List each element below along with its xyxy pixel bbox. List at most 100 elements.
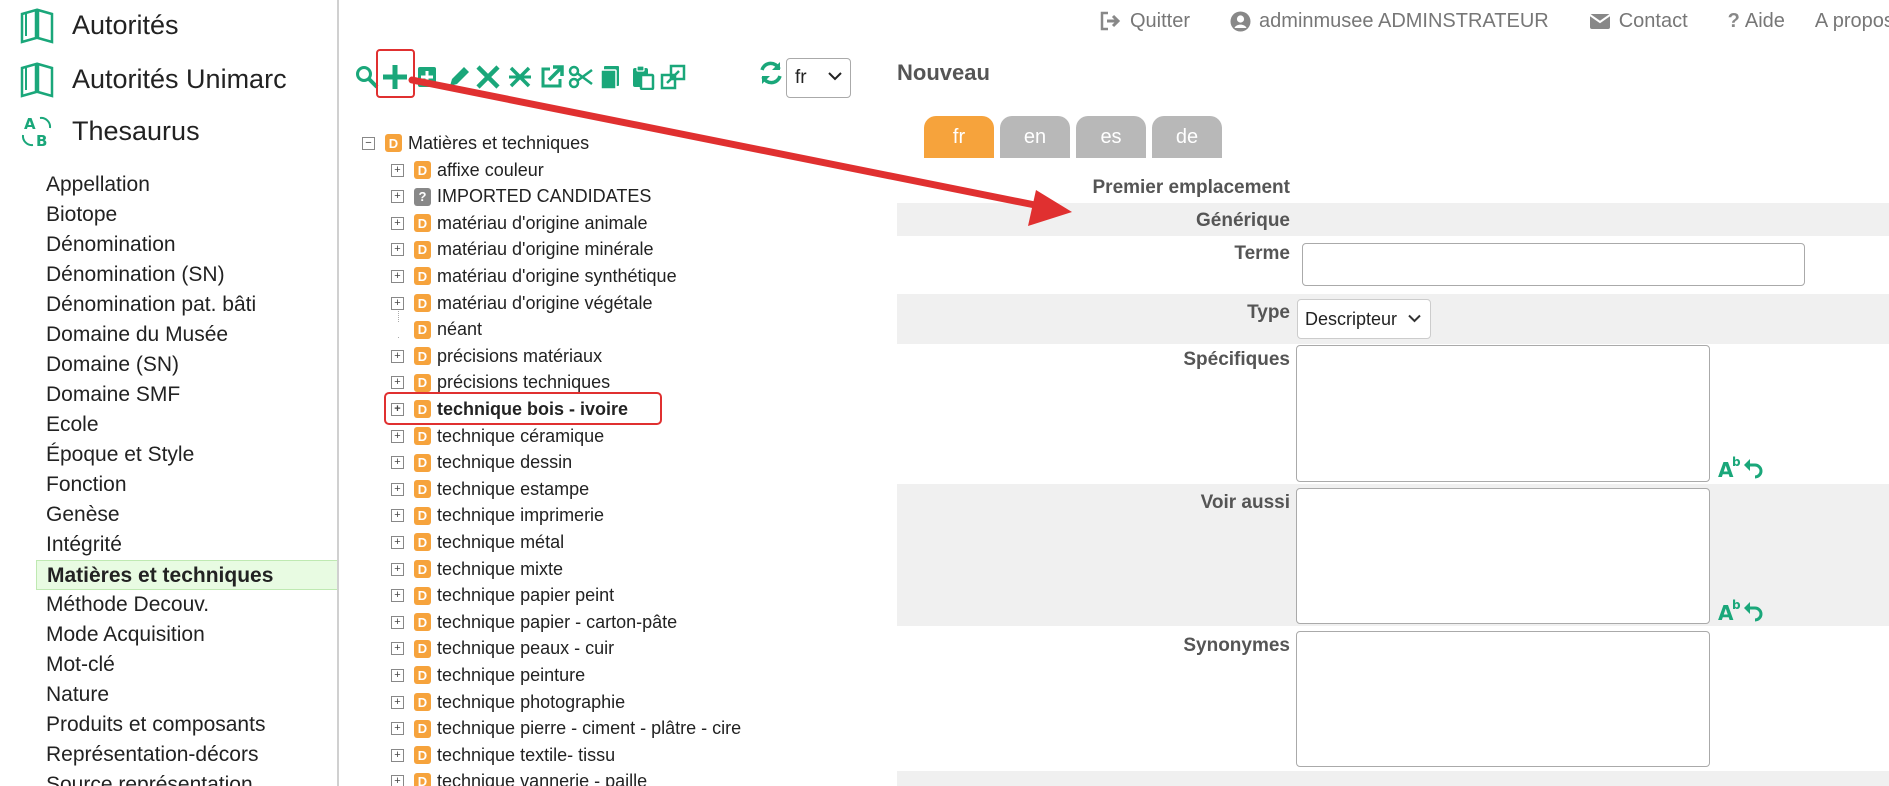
undo-icon[interactable] [1742, 600, 1764, 622]
tree-node[interactable]: + Dmatériau d'origine minérale [391, 237, 654, 263]
tree-language-select[interactable]: fr [786, 58, 851, 98]
module-autorites-unimarc[interactable]: Autorités Unimarc [18, 56, 287, 102]
tree-node[interactable]: + Dtechnique céramique [391, 423, 604, 449]
tree-node[interactable]: + Dmatériau d'origine végétale [391, 290, 653, 316]
tree-node[interactable]: + Dtechnique estampe [391, 476, 589, 502]
tab-en[interactable]: en [1000, 116, 1070, 158]
sidebar-item-thesaurus[interactable]: Dénomination [36, 230, 337, 260]
tree-node[interactable]: + Dtechnique métal [391, 529, 564, 555]
sidebar-item-thesaurus[interactable]: Domaine (SN) [36, 350, 337, 380]
tree-node[interactable]: + Dtechnique textile- tissu [391, 742, 615, 768]
contact-link[interactable]: Contact [1589, 10, 1688, 33]
expand-toggle-icon[interactable]: + [391, 349, 404, 363]
tree-node[interactable]: + Dtechnique photographie [391, 689, 625, 715]
expand-toggle-icon[interactable]: + [391, 190, 404, 204]
expand-toggle-icon[interactable]: + [391, 535, 404, 549]
expand-toggle-icon[interactable]: + [391, 775, 404, 786]
sidebar-item-thesaurus[interactable]: Époque et Style [36, 440, 337, 470]
sidebar-item-thesaurus[interactable]: Biotope [36, 200, 337, 230]
spellcheck-icon[interactable]: Ab [1718, 598, 1742, 622]
expand-toggle-icon[interactable]: + [391, 668, 404, 682]
tree-node[interactable]: + Dmatériau d'origine synthétique [391, 263, 677, 289]
expand-toggle-icon[interactable]: + [391, 748, 404, 762]
sidebar-item-thesaurus[interactable]: Source représentation [36, 770, 337, 786]
sidebar-item-thesaurus[interactable]: Intégrité [36, 530, 337, 560]
expand-toggle-icon[interactable]: + [391, 615, 404, 629]
tree-node[interactable]: Dnéant [391, 317, 482, 343]
tree-node[interactable]: + Dmatériau d'origine animale [391, 210, 648, 236]
expand-toggle-icon[interactable]: + [391, 376, 404, 390]
tree-node[interactable]: + Dtechnique dessin [391, 450, 572, 476]
expand-toggle-icon[interactable]: + [391, 509, 404, 523]
sidebar-item-thesaurus[interactable]: Produits et composants [36, 710, 337, 740]
move-icon[interactable] [658, 62, 688, 92]
tree-node[interactable]: + Dtechnique mixte [391, 556, 563, 582]
delete-icon[interactable] [473, 62, 503, 92]
sidebar-item-thesaurus[interactable]: Domaine SMF [36, 380, 337, 410]
module-thesaurus[interactable]: AB Thesaurus [18, 108, 200, 154]
tree-node[interactable]: + Daffixe couleur [391, 157, 544, 183]
sidebar-item-thesaurus[interactable]: Matières et techniques [36, 560, 337, 590]
help-link[interactable]: ? Aide [1728, 10, 1785, 33]
sidebar-item-thesaurus[interactable]: Fonction [36, 470, 337, 500]
expand-toggle-icon[interactable]: + [391, 589, 404, 603]
tree-node[interactable]: + Dtechnique vannerie - paille [391, 769, 647, 786]
sidebar-item-thesaurus[interactable]: Appellation [36, 170, 337, 200]
tree-node[interactable]: + Dtechnique peinture [391, 662, 585, 688]
edit-icon[interactable] [444, 62, 474, 92]
sidebar-item-thesaurus[interactable]: Méthode Decouv. [36, 590, 337, 620]
expand-toggle-icon[interactable]: + [391, 562, 404, 576]
sidebar-item-thesaurus[interactable]: Représentation-décors [36, 740, 337, 770]
expand-toggle-icon[interactable]: + [391, 216, 404, 230]
tree-node[interactable]: +? IMPORTED CANDIDATES [391, 184, 651, 210]
module-autorites[interactable]: Autorités [18, 2, 179, 48]
add-child-icon[interactable] [414, 62, 444, 92]
synonymes-textarea[interactable] [1296, 631, 1710, 767]
tree-node[interactable]: + Dtechnique papier - carton-pâte [391, 609, 677, 635]
tree-node[interactable]: + Dtechnique papier peint [391, 583, 614, 609]
voir-aussi-textarea[interactable] [1296, 488, 1710, 624]
open-external-icon[interactable] [537, 62, 567, 92]
collapse-toggle-icon[interactable]: − [362, 136, 375, 150]
user-link[interactable]: adminmusee ADMINSTRATEUR [1230, 10, 1549, 33]
paste-icon[interactable] [628, 62, 658, 92]
sidebar-item-thesaurus[interactable]: Dénomination (SN) [36, 260, 337, 290]
tab-de[interactable]: de [1152, 116, 1222, 158]
expand-toggle-icon[interactable]: + [391, 722, 404, 736]
expand-toggle-icon[interactable]: + [391, 482, 404, 496]
expand-toggle-icon[interactable]: + [391, 243, 404, 257]
sidebar-item-thesaurus[interactable]: Dénomination pat. bâti [36, 290, 337, 320]
expand-toggle-icon[interactable]: + [391, 429, 404, 443]
tab-fr[interactable]: fr [924, 116, 994, 158]
tree-node[interactable]: + Dtechnique peaux - cuir [391, 636, 614, 662]
tree-node[interactable]: + Dprécisions matériaux [391, 343, 602, 369]
expand-toggle-icon[interactable]: + [391, 456, 404, 470]
expand-toggle-icon[interactable]: + [391, 269, 404, 283]
undo-icon[interactable] [1742, 457, 1764, 479]
sidebar-item-thesaurus[interactable]: Mot-clé [36, 650, 337, 680]
type-select[interactable]: Descripteur [1297, 299, 1431, 339]
copy-icon[interactable] [596, 62, 626, 92]
spellcheck-icon[interactable]: Ab [1718, 455, 1742, 479]
specifiques-textarea[interactable] [1296, 345, 1710, 482]
tree-root-node[interactable]: − D Matières et techniques [362, 130, 589, 156]
cut-icon[interactable] [566, 62, 596, 92]
sidebar-item-thesaurus[interactable]: Ecole [36, 410, 337, 440]
expand-toggle-icon[interactable]: + [391, 163, 404, 177]
merge-icon[interactable] [505, 62, 535, 92]
sidebar-item-thesaurus[interactable]: Domaine du Musée [36, 320, 337, 350]
sidebar-item-thesaurus[interactable]: Mode Acquisition [36, 620, 337, 650]
add-icon-highlight-frame [376, 49, 415, 98]
tree-node[interactable]: + Dtechnique pierre - ciment - plâtre - c… [391, 716, 741, 742]
quit-link[interactable]: Quitter [1100, 10, 1190, 33]
tab-es[interactable]: es [1076, 116, 1146, 158]
refresh-icon[interactable] [758, 60, 784, 91]
about-link[interactable]: A propos [1815, 10, 1889, 33]
sidebar-item-thesaurus[interactable]: Genèse [36, 500, 337, 530]
tree-node[interactable]: + Dtechnique imprimerie [391, 503, 604, 529]
terme-input[interactable] [1302, 243, 1805, 286]
expand-toggle-icon[interactable]: + [391, 642, 404, 656]
expand-toggle-icon[interactable]: + [391, 296, 404, 310]
sidebar-item-thesaurus[interactable]: Nature [36, 680, 337, 710]
expand-toggle-icon[interactable]: + [391, 695, 404, 709]
